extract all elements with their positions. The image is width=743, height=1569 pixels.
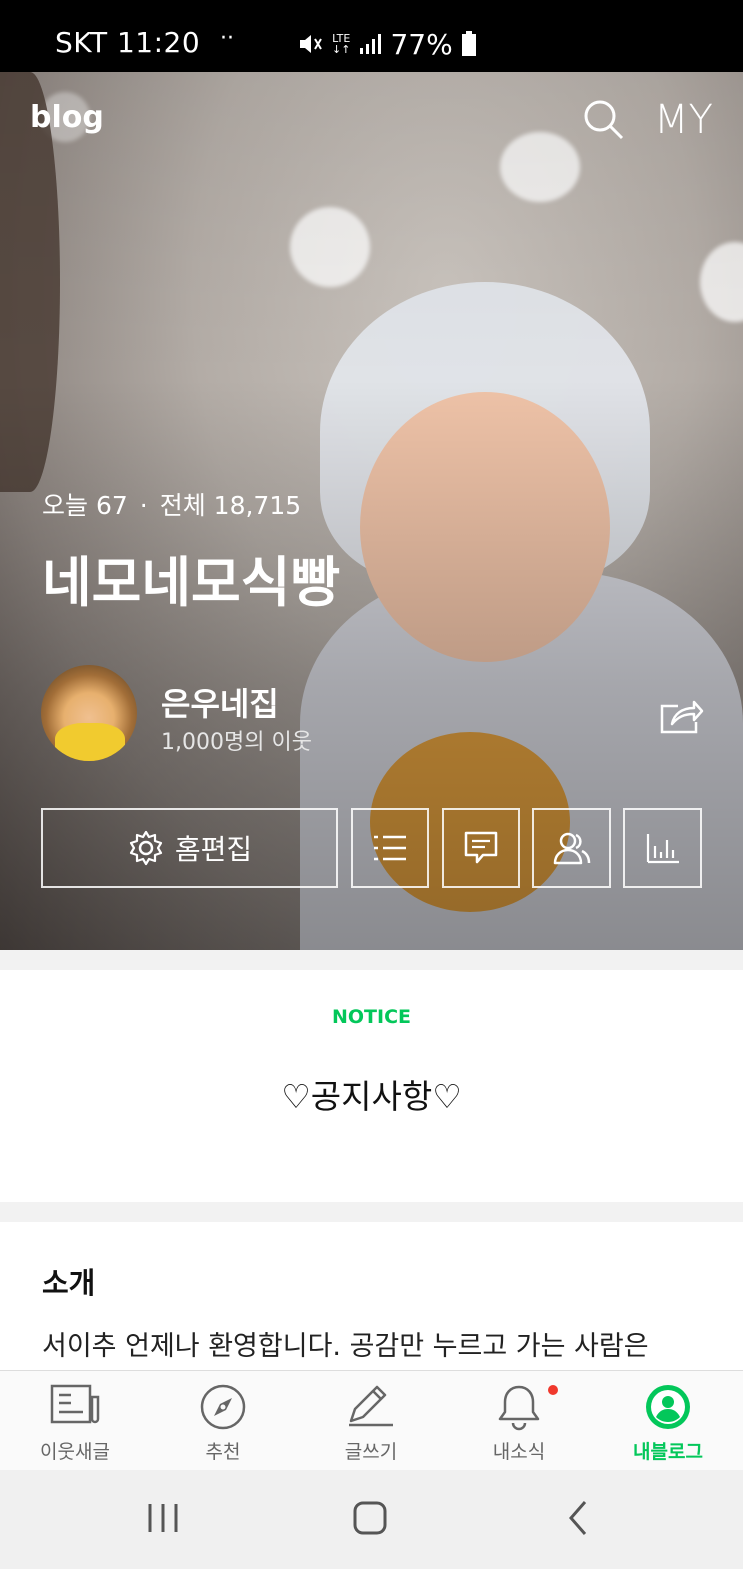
recent-apps-icon[interactable] — [145, 1498, 181, 1538]
news-feed-icon — [50, 1384, 100, 1424]
blog-title: 네모네모식빵 — [42, 551, 341, 614]
nav-write[interactable]: 글쓰기 — [296, 1371, 446, 1471]
battery-icon — [461, 31, 476, 56]
nav-label: 글쓰기 — [344, 1441, 398, 1463]
nav-label: 내블로그 — [633, 1441, 703, 1463]
back-icon[interactable] — [563, 1498, 593, 1538]
pencil-icon — [349, 1385, 393, 1427]
system-nav — [0, 1470, 743, 1569]
intro-title: 소개 — [42, 1266, 96, 1300]
intro-text: 서이추 언제나 환영합니다. 공감만 누르고 가는 사람은 — [42, 1331, 649, 1362]
my-button[interactable]: MY — [654, 97, 713, 143]
edit-home-label: 홈편집 — [174, 833, 253, 866]
nav-label: 내소식 — [492, 1441, 546, 1463]
notification-dot — [548, 1385, 558, 1395]
post-list-button[interactable] — [351, 808, 429, 888]
notice-title[interactable]: ♡공지사항♡ — [0, 1070, 743, 1118]
bar-chart-icon — [646, 834, 679, 864]
carrier-time: SKT 11:20 — [55, 26, 201, 59]
stats-separator: · — [139, 491, 148, 520]
comment-icon — [464, 831, 498, 864]
neighbors-button[interactable] — [532, 808, 611, 888]
nav-my-blog[interactable]: 내블로그 — [593, 1371, 743, 1471]
avatar-shirt — [55, 723, 125, 761]
guestbook-button[interactable] — [442, 808, 520, 888]
status-bar: SKT 11:20 ·· LTE ↓↑ 77% — [0, 0, 743, 72]
my-blog-icon — [646, 1385, 690, 1429]
home-icon[interactable] — [350, 1498, 390, 1538]
stats-button[interactable] — [623, 808, 702, 888]
top-actions: MY — [582, 97, 713, 143]
list-icon — [374, 835, 406, 861]
signal-icon — [360, 34, 382, 54]
nav-notifications[interactable]: 내소식 — [444, 1371, 594, 1471]
nav-recommend[interactable]: 추천 — [148, 1371, 298, 1471]
today-count: 오늘 67 — [42, 491, 128, 520]
notice-card[interactable]: NOTICE ♡공지사항♡ — [0, 970, 743, 1202]
nav-neighbor-posts[interactable]: 이웃새글 — [0, 1371, 150, 1471]
blog-owner-name[interactable]: 은우네집 — [161, 679, 279, 725]
mute-icon — [300, 35, 322, 53]
bell-icon — [498, 1385, 540, 1431]
search-icon[interactable] — [582, 98, 626, 142]
total-count: 전체 18,715 — [159, 491, 302, 520]
nav-label: 추천 — [205, 1441, 241, 1463]
nav-label: 이웃새글 — [40, 1441, 110, 1463]
neighbor-count[interactable]: 1,000명의 이웃 — [161, 724, 312, 756]
status-dots: ·· — [220, 26, 234, 51]
gear-icon — [129, 830, 162, 866]
lte-indicator: LTE ↓↑ — [332, 32, 351, 56]
status-icons: LTE ↓↑ 77% — [298, 24, 477, 64]
visit-stats: 오늘 67 · 전체 18,715 — [42, 486, 301, 522]
share-icon[interactable] — [658, 696, 704, 736]
avatar[interactable] — [41, 665, 137, 761]
battery-percent: 77% — [390, 27, 453, 61]
blog-logo[interactable]: blog — [30, 100, 104, 135]
people-icon — [553, 832, 590, 865]
compass-icon — [200, 1384, 246, 1430]
notice-label: NOTICE — [331, 1006, 411, 1028]
intro-card: 소개 서이추 언제나 환영합니다. 공감만 누르고 가는 사람은 — [0, 1222, 743, 1372]
edit-home-button[interactable]: 홈편집 — [41, 808, 338, 888]
bottom-nav: 이웃새글 추천 글쓰기 내소식 내블로그 — [0, 1370, 743, 1471]
